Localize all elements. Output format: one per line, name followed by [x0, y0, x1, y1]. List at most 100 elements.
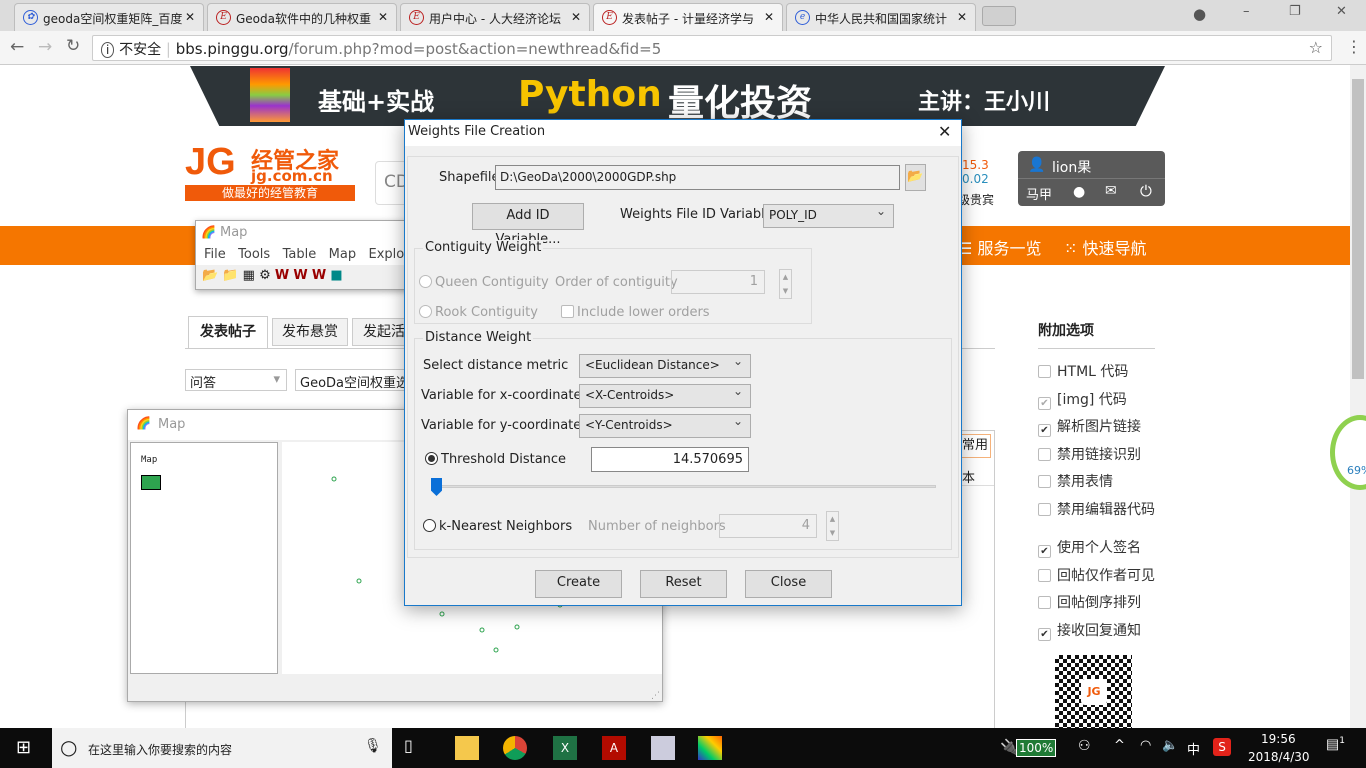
option-checkbox[interactable]: HTML 代码	[1038, 361, 1128, 381]
username-link[interactable]: lion果	[1052, 157, 1091, 177]
threshold-slider-thumb[interactable]	[431, 478, 442, 496]
map-window-small[interactable]: 🌈 Map File Tools Table Map Explor 📂 📁 ▦ …	[195, 220, 410, 290]
message-icon[interactable]: ●	[1073, 184, 1085, 200]
show-hidden-icons[interactable]: ^	[1114, 738, 1125, 753]
window-close-button[interactable]: ✕	[1336, 4, 1347, 19]
volume-icon[interactable]: 🔈	[1162, 738, 1178, 753]
checkbox[interactable]: ✔	[1038, 628, 1051, 641]
option-checkbox[interactable]: ✔ [img] 代码	[1038, 389, 1127, 410]
ad-banner[interactable]: 基础+实战 Python 量化投资 主讲：王小川	[190, 66, 1165, 126]
nav-quick[interactable]: ⁙ 快速导航	[1064, 235, 1147, 259]
map-point[interactable]	[493, 647, 499, 653]
map-point[interactable]	[514, 624, 520, 630]
excel-icon[interactable]: X	[553, 736, 577, 760]
map-point[interactable]	[356, 578, 362, 584]
ime-indicator[interactable]: 中	[1187, 739, 1200, 758]
geoda-icon[interactable]	[698, 736, 722, 760]
map-point[interactable]	[479, 627, 485, 633]
neighbors-input[interactable]: 4	[719, 514, 817, 538]
option-checkbox[interactable]: ✔ 使用个人签名	[1038, 537, 1141, 558]
microphone-icon[interactable]: 🎙	[364, 738, 382, 754]
map-theme-icon[interactable]: ■	[330, 268, 342, 283]
nav-services[interactable]: ☰ 服务一览	[958, 235, 1041, 259]
close-tab-icon[interactable]: ✕	[957, 10, 967, 24]
address-bar[interactable]: i 不安全 | bbs.pinggu.org/forum.php?mod=pos…	[92, 35, 1332, 61]
checkbox[interactable]	[1038, 596, 1051, 609]
option-checkbox[interactable]: 回帖倒序排列	[1038, 592, 1141, 612]
menu-map[interactable]: Map	[329, 247, 356, 262]
folder-icon[interactable]: 📁	[222, 268, 238, 283]
menu-file[interactable]: File	[204, 247, 226, 262]
sogou-icon[interactable]: S	[1213, 738, 1231, 756]
geoda-weights-icon[interactable]	[651, 736, 675, 760]
threshold-distance-radio[interactable]: Threshold Distance	[425, 452, 566, 467]
checkbox[interactable]	[1038, 475, 1051, 488]
clock-date[interactable]: 2018/4/30	[1248, 750, 1310, 764]
option-checkbox[interactable]: ✔ 接收回复通知	[1038, 620, 1141, 641]
browser-tab-active[interactable]: E 发表帖子 - 计量经济学与 ✕	[593, 3, 783, 31]
legend-swatch[interactable]	[141, 475, 161, 490]
tool-icon[interactable]: ⚙	[259, 268, 271, 283]
browser-tab[interactable]: ✿ geoda空间权重矩阵_百度 ✕	[14, 3, 204, 31]
bookmark-star-icon[interactable]: ☆	[1309, 38, 1323, 57]
distance-metric-select[interactable]: <Euclidean Distance>	[579, 354, 751, 378]
menu-table[interactable]: Table	[283, 247, 317, 262]
option-checkbox[interactable]: ✔ 解析图片链接	[1038, 416, 1141, 437]
table-icon[interactable]: ▦	[243, 268, 255, 283]
map-point[interactable]	[439, 611, 445, 617]
wifi-icon[interactable]: ◠	[1140, 738, 1151, 753]
close-tab-icon[interactable]: ✕	[378, 10, 388, 24]
battery-indicator[interactable]: 100%	[1016, 739, 1057, 757]
order-of-contiguity-input[interactable]: 1	[671, 270, 765, 294]
post-title-input[interactable]: GeoDa空间权重选择	[295, 369, 415, 391]
acrobat-icon[interactable]: A	[602, 736, 626, 760]
threshold-slider-track[interactable]	[431, 485, 936, 488]
x-coordinate-select[interactable]: <X-Centroids>	[579, 384, 751, 408]
mail-icon[interactable]: ✉	[1105, 183, 1117, 199]
map-point[interactable]	[331, 476, 337, 482]
map-legend-pane[interactable]: Map	[130, 442, 278, 674]
clock-time[interactable]: 19:56	[1261, 732, 1296, 746]
back-icon[interactable]: ←	[10, 37, 24, 57]
reset-button[interactable]: Reset	[640, 570, 727, 598]
forward-icon[interactable]: →	[38, 37, 52, 57]
option-checkbox[interactable]: 禁用链接识别	[1038, 444, 1141, 464]
option-checkbox[interactable]: 回帖仅作者可见	[1038, 565, 1155, 585]
checkbox[interactable]	[1038, 448, 1051, 461]
info-icon[interactable]: i	[101, 42, 115, 58]
checkbox[interactable]: ✔	[1038, 545, 1051, 558]
checkbox[interactable]	[1038, 569, 1051, 582]
close-tab-icon[interactable]: ✕	[764, 10, 774, 24]
tab-bounty[interactable]: 发布悬赏	[272, 318, 348, 346]
shapefile-field[interactable]: D:\GeoDa\2000\2000GDP.shp	[495, 165, 900, 190]
site-logo[interactable]: JG 经管之家 jg.com.cn 做最好的经管教育	[185, 141, 355, 201]
open-folder-icon[interactable]: 📂	[905, 164, 926, 191]
knn-radio[interactable]: k-Nearest Neighbors	[423, 519, 572, 534]
task-view-icon[interactable]: ▯	[404, 736, 428, 760]
neighbors-spinner[interactable]: ▲ ▼	[826, 511, 839, 541]
tab-event[interactable]: 发起活	[352, 318, 412, 346]
taskbar-search[interactable]: ○ 在这里输入你要搜索的内容 🎙	[52, 728, 392, 768]
dialog-close-icon[interactable]: ✕	[938, 122, 951, 141]
minimize-button[interactable]: –	[1243, 4, 1250, 19]
resize-grip-icon[interactable]: ⋰	[651, 691, 660, 701]
new-tab-button[interactable]	[982, 6, 1016, 26]
queen-contiguity-radio[interactable]: Queen Contiguity	[419, 275, 549, 290]
checkbox[interactable]: ✔	[1038, 424, 1051, 437]
create-button[interactable]: Create	[535, 570, 622, 598]
windows-start-icon[interactable]: ⊞	[16, 737, 31, 758]
checkbox[interactable]	[1038, 503, 1051, 516]
restore-button[interactable]: ❐	[1289, 4, 1301, 19]
browser-tab[interactable]: E Geoda软件中的几种权重 ✕	[207, 3, 397, 31]
menu-icon[interactable]: ⋮	[1346, 37, 1362, 56]
action-center-icon[interactable]: ▤1	[1326, 736, 1345, 753]
checkbox[interactable]: ✔	[1038, 397, 1051, 410]
weights-histogram-icon[interactable]: W	[312, 268, 326, 283]
tab-post[interactable]: 发表帖子	[188, 316, 268, 348]
file-explorer-icon[interactable]	[455, 736, 479, 760]
weights-create-icon[interactable]: W	[275, 268, 289, 283]
checkbox[interactable]	[1038, 365, 1051, 378]
alt-account-button[interactable]: 马甲	[1026, 184, 1052, 203]
browser-tab[interactable]: E 用户中心 - 人大经济论坛 ✕	[400, 3, 590, 31]
menu-tools[interactable]: Tools	[238, 247, 270, 262]
